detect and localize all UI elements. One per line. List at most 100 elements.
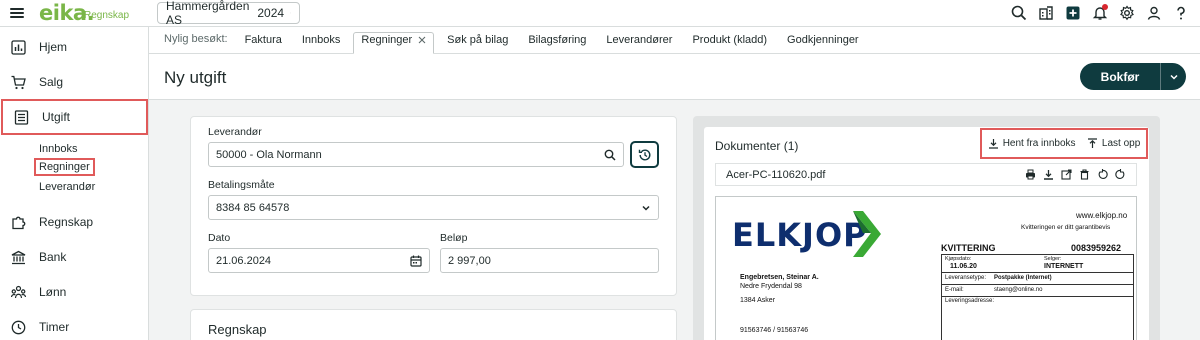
documents-title: Dokumenter (1) (715, 139, 799, 153)
amount-field[interactable]: 2 997,00 (440, 248, 659, 273)
sidebar-subitem-regninger[interactable]: Regninger (34, 158, 95, 176)
bokfor-button[interactable]: Bokfør (1080, 63, 1186, 90)
tab-regninger[interactable]: Regninger (353, 32, 435, 54)
sidebar-item-label: Bank (39, 250, 67, 264)
tab-label: Produkt (kladd) (692, 34, 768, 46)
tab-produkt-kladd[interactable]: Produkt (kladd) (685, 31, 774, 53)
chevron-down-icon (290, 12, 291, 14)
sidebar-item-label: Utgift (42, 110, 71, 124)
gear-icon[interactable] (1118, 4, 1136, 22)
tab-label: Leverandører (606, 34, 673, 46)
sidebar-item-label: Regnskap (39, 215, 94, 229)
sidebar-item-timer[interactable]: Timer (0, 309, 149, 340)
sidebar-item-lonn[interactable]: Lønn (0, 274, 149, 310)
notification-badge (1102, 4, 1108, 10)
help-icon[interactable] (1172, 4, 1190, 22)
tab-leverandorer[interactable]: Leverandører (599, 31, 679, 53)
delivery-type-label: Leveransetype: (945, 275, 987, 281)
date-label: Dato (208, 232, 231, 244)
recent-label: Nylig besøkt: (164, 33, 228, 45)
close-icon[interactable] (418, 36, 426, 44)
customer-street: Nedre Frydendal 98 (740, 283, 802, 290)
supplier-history-button[interactable] (630, 141, 659, 168)
bank-icon (11, 250, 26, 264)
search-icon[interactable] (604, 149, 616, 161)
tab-label: Godkjenninger (787, 34, 859, 46)
tab-label: Regninger (361, 34, 413, 46)
tab-sok-pa-bilag[interactable]: Søk på bilag (440, 31, 515, 53)
rotate-left-icon[interactable] (1097, 169, 1108, 180)
date-value: 21.06.2024 (216, 254, 272, 267)
upload-button[interactable]: Last opp (1087, 138, 1140, 149)
sidebar: Hjem Salg Utgift Innboks Regninger Lever… (0, 27, 149, 340)
sidebar-item-label: Salg (39, 75, 64, 89)
puzzle-icon (12, 216, 26, 229)
bokfor-dropdown-toggle[interactable] (1160, 63, 1186, 90)
payment-method-value: 8384 85 64578 (216, 201, 290, 214)
regnskap-heading: Regnskap (208, 322, 267, 337)
supplier-value: 50000 - Ola Normann (216, 148, 322, 161)
seller-label: Selger: (1044, 256, 1062, 262)
company-selector[interactable]: Hammergården AS 2024 (157, 0, 300, 27)
seller: INTERNETT (1044, 263, 1084, 270)
download-icon[interactable] (1043, 169, 1054, 180)
receipt-website: www.elkjop.no (1076, 211, 1128, 220)
print-icon[interactable] (1025, 169, 1036, 180)
list-doc-icon (14, 109, 29, 125)
pdf-preview[interactable]: ELKJOP www.elkjop.no Kvitteringen er dit… (715, 196, 1137, 340)
sidebar-item-regnskap[interactable]: Regnskap (0, 204, 149, 240)
supplier-label: Leverandør (208, 126, 262, 138)
page-header: Ny utgift Bokfør (149, 54, 1200, 100)
company-name: Hammergården AS (166, 0, 250, 27)
elkjop-chevron-logo (853, 211, 881, 257)
calendar-icon[interactable] (410, 255, 422, 267)
bell-icon[interactable] (1091, 4, 1109, 22)
date-field[interactable]: 21.06.2024 (208, 248, 430, 273)
purchase-date: 11.06.20 (950, 263, 977, 270)
sidebar-item-bank[interactable]: Bank (0, 239, 149, 275)
purchase-date-label: Kjøpsdato: (945, 256, 972, 262)
tab-godkjenninger[interactable]: Godkjenninger (780, 31, 866, 53)
fetch-from-inbox-button[interactable]: Hent fra innboks (988, 138, 1076, 149)
fetch-from-inbox-label: Hent fra innboks (1002, 138, 1076, 149)
sidebar-subitem-innboks[interactable]: Innboks (39, 143, 78, 155)
delete-icon[interactable] (1079, 169, 1090, 180)
open-external-icon[interactable] (1061, 169, 1072, 180)
receipt-guarantee: Kvitteringen er ditt garantibevis (1021, 224, 1111, 231)
tab-faktura[interactable]: Faktura (238, 31, 289, 53)
receipt-email: staeng@online.no (994, 287, 1043, 293)
user-icon[interactable] (1145, 4, 1163, 22)
customer-phone: 91563746 / 91563746 (740, 327, 809, 334)
tab-label: Bilagsføring (528, 34, 587, 46)
regnskap-section: Regnskap (190, 309, 677, 340)
add-icon[interactable] (1064, 4, 1082, 22)
building-icon[interactable] (1037, 4, 1055, 22)
supplier-field[interactable]: 50000 - Ola Normann (208, 142, 624, 167)
file-toolbar: Acer-PC-110620.pdf (715, 163, 1137, 186)
sidebar-subitem-leverandor[interactable]: Leverandør (39, 181, 95, 193)
sidebar-item-label: Timer (39, 320, 70, 334)
sidebar-item-salg[interactable]: Salg (0, 64, 149, 100)
chevron-down-icon (641, 203, 651, 213)
expense-form: Leverandør 50000 - Ola Normann Betalings… (190, 116, 677, 296)
top-bar: eika. Regnskap Hammergården AS 2024 (0, 0, 1200, 27)
amount-value: 2 997,00 (448, 254, 491, 267)
tab-innboks[interactable]: Innboks (295, 31, 348, 53)
people-icon (11, 285, 26, 298)
clock-icon (11, 320, 26, 334)
elkjop-logo: ELKJOP (732, 216, 868, 254)
delivery-type: Postpakke (Internet) (994, 275, 1052, 281)
menu-icon[interactable] (10, 6, 24, 20)
tab-bilagsforing[interactable]: Bilagsføring (521, 31, 593, 53)
rotate-right-icon[interactable] (1115, 169, 1126, 180)
payment-method-select[interactable]: 8384 85 64578 (208, 195, 659, 220)
history-icon (638, 149, 650, 160)
search-icon[interactable] (1010, 4, 1028, 22)
receipt-heading: KVITTERING (941, 243, 996, 253)
upload-icon (1087, 138, 1097, 148)
logo-subtitle: Regnskap (84, 10, 130, 21)
document-card: Dokumenter (1) Hent fra innboks Last opp… (704, 127, 1149, 340)
sidebar-item-hjem[interactable]: Hjem (0, 29, 149, 65)
sidebar-item-utgift[interactable]: Utgift (1, 99, 148, 135)
tab-label: Søk på bilag (447, 34, 509, 46)
